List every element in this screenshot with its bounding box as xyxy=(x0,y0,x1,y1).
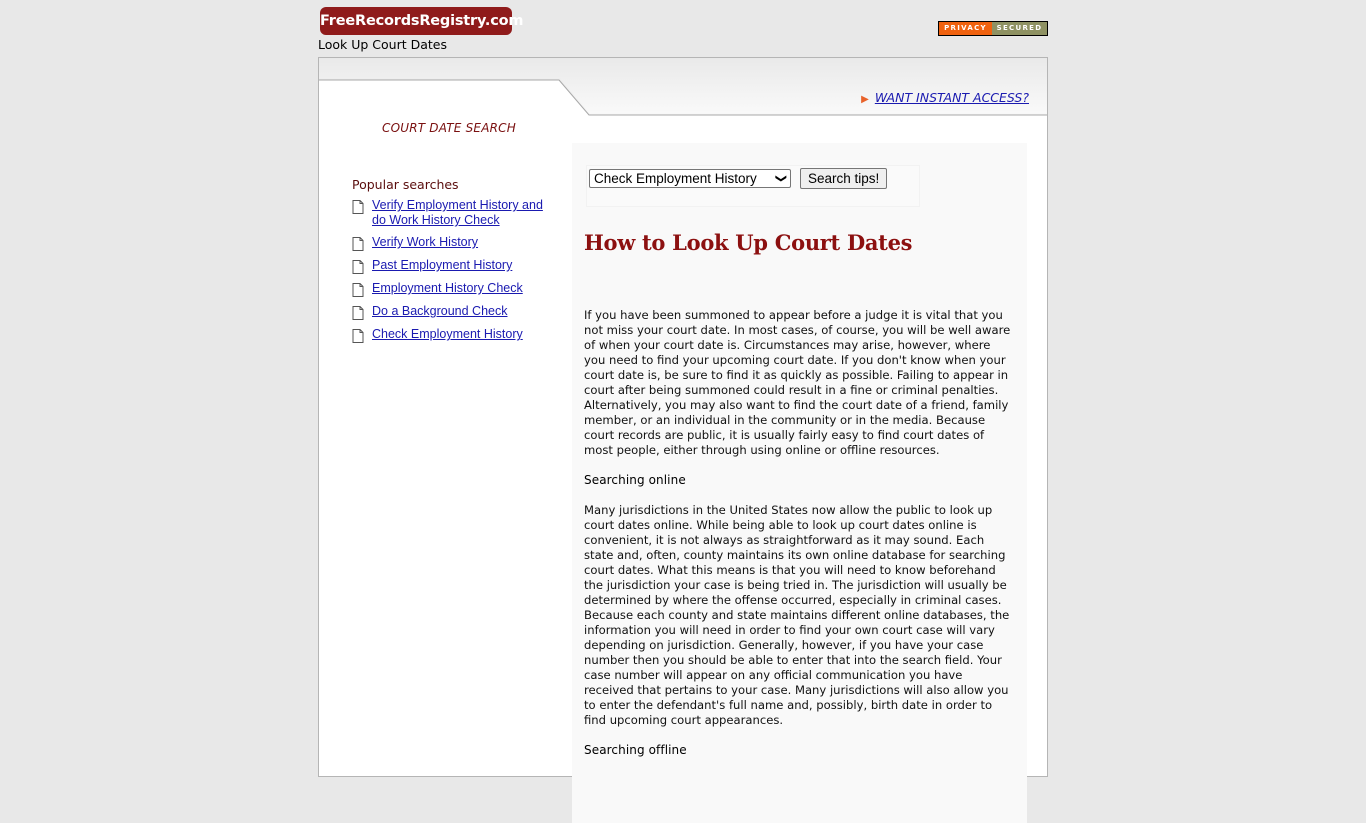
instant-access: ▶ WANT INSTANT ACCESS? xyxy=(861,90,1029,105)
privacy-secured-badge: PRIVACY SECURED xyxy=(938,21,1048,36)
tab-shape xyxy=(319,79,1047,118)
list-item: Verify Work History xyxy=(352,235,552,251)
section-title: COURT DATE SEARCH xyxy=(382,121,516,135)
popular-searches-title: Popular searches xyxy=(352,177,459,192)
search-tips-button[interactable]: Search tips! xyxy=(800,168,888,189)
document-icon xyxy=(352,260,364,274)
arrow-right-icon: ▶ xyxy=(861,94,869,105)
document-icon xyxy=(352,237,364,251)
want-instant-access-link[interactable]: WANT INSTANT ACCESS? xyxy=(875,90,1029,105)
list-item: Check Employment History xyxy=(352,327,552,343)
popular-link[interactable]: Employment History Check xyxy=(372,281,523,296)
search-select[interactable]: Check Employment History ❯ xyxy=(589,169,791,188)
list-item: Verify Employment History and do Work Hi… xyxy=(352,198,552,228)
search-select-value: Check Employment History xyxy=(594,171,757,186)
list-item: Past Employment History xyxy=(352,258,552,274)
document-icon xyxy=(352,306,364,320)
article-heading: Searching offline xyxy=(584,743,687,757)
article-heading: Searching online xyxy=(584,473,686,487)
document-icon xyxy=(352,283,364,297)
popular-link[interactable]: Verify Work History xyxy=(372,235,478,250)
search-box: Check Employment History ❯ Search tips! xyxy=(586,165,920,207)
popular-searches-list: Verify Employment History and do Work Hi… xyxy=(352,198,552,343)
article-paragraph: Many jurisdictions in the United States … xyxy=(584,503,1010,727)
badge-privacy: PRIVACY xyxy=(939,22,992,35)
page-title: How to Look Up Court Dates xyxy=(584,230,913,255)
article-body: If you have been summoned to appear befo… xyxy=(584,308,1014,773)
main-frame: ▶ WANT INSTANT ACCESS? COURT DATE SEARCH … xyxy=(318,57,1048,823)
list-item: Employment History Check xyxy=(352,281,552,297)
list-item: Do a Background Check xyxy=(352,304,552,320)
chevron-down-icon: ❯ xyxy=(774,173,787,184)
content-panel: Check Employment History ❯ Search tips! … xyxy=(572,143,1027,823)
document-icon xyxy=(352,329,364,343)
site-logo[interactable]: FreeRecordsRegistry.com xyxy=(320,7,523,35)
popular-link[interactable]: Do a Background Check xyxy=(372,304,508,319)
popular-link[interactable]: Past Employment History xyxy=(372,258,512,273)
article-paragraph: If you have been summoned to appear befo… xyxy=(584,308,1011,457)
popular-link[interactable]: Verify Employment History and do Work Hi… xyxy=(372,198,552,228)
document-icon xyxy=(352,200,364,214)
badge-secured: SECURED xyxy=(992,22,1047,35)
popular-searches: Popular searches Verify Employment Histo… xyxy=(352,177,552,350)
popular-link[interactable]: Check Employment History xyxy=(372,327,523,342)
page-subtitle: Look Up Court Dates xyxy=(318,37,448,52)
